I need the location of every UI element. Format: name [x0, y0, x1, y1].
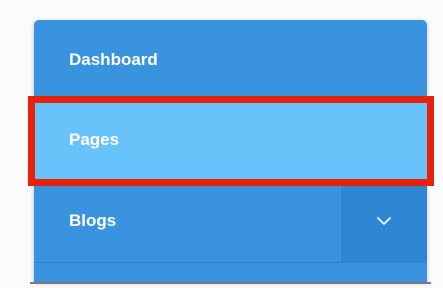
- blogs-expand-button[interactable]: [341, 180, 427, 262]
- sidebar-item-label: Blogs: [69, 211, 117, 230]
- sidebar-item-label: Dashboard: [69, 50, 158, 69]
- chevron-down-icon: [377, 216, 391, 225]
- sidebar-item-next[interactable]: [34, 262, 427, 282]
- sidebar-nav: Dashboard Pages Blogs: [34, 20, 427, 282]
- screenshot-frame: Dashboard Pages Blogs: [0, 0, 443, 288]
- bottom-edge: [30, 282, 431, 284]
- sidebar-item-pages[interactable]: Pages: [34, 100, 427, 180]
- sidebar-item-label: Pages: [69, 130, 120, 149]
- sidebar-item-dashboard[interactable]: Dashboard: [34, 20, 427, 100]
